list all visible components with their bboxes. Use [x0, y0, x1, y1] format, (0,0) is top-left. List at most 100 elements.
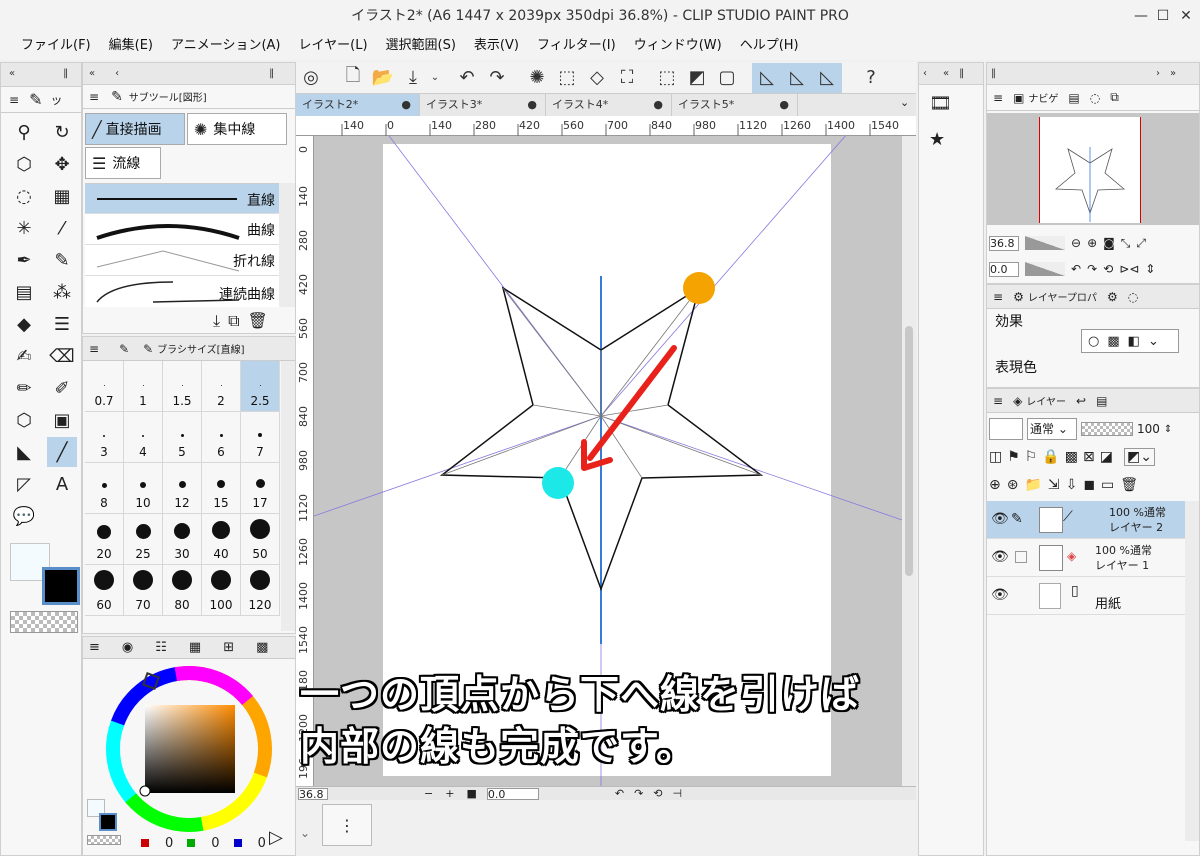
- color-menu-icon[interactable]: ▷: [269, 827, 283, 848]
- timeline-toggle-button[interactable]: ⋮: [322, 804, 372, 846]
- mask-icon[interactable]: ⊠: [1083, 449, 1095, 465]
- brush-size-item[interactable]: 20: [85, 514, 124, 565]
- menu-edit[interactable]: 編集(E): [100, 32, 162, 60]
- select-area-icon[interactable]: ▢: [712, 63, 742, 93]
- flip-vertical-icon[interactable]: ⇕: [1145, 262, 1155, 276]
- transform-icon[interactable]: ⛶: [612, 63, 642, 93]
- border-effect-icon[interactable]: ○: [1088, 334, 1099, 349]
- layer-scrollbar[interactable]: [1185, 501, 1199, 841]
- snap-special-ruler-icon[interactable]: ◺: [782, 62, 812, 93]
- color-history-tab-icon[interactable]: ⊞: [223, 640, 234, 655]
- marker-icon[interactable]: ✏: [9, 373, 39, 403]
- zoom-in-icon[interactable]: ⊕: [1087, 236, 1097, 250]
- menu-help[interactable]: ヘルプ(H): [731, 32, 808, 60]
- layer-ruler-dropdown[interactable]: ◩⌄: [1124, 448, 1155, 466]
- flip-horizontal-icon[interactable]: ⊳⊲: [1119, 262, 1139, 276]
- history-tab-icon[interactable]: ↩: [1076, 394, 1086, 408]
- fill-icon[interactable]: ◣: [9, 437, 39, 467]
- open-folder-icon[interactable]: 📂: [368, 63, 398, 93]
- brush-size-item[interactable]: 10: [124, 463, 163, 514]
- navigator-preview[interactable]: [987, 113, 1199, 225]
- pen-tab-icon[interactable]: ✎: [29, 90, 42, 109]
- auto-action-tab-icon[interactable]: ▤: [1096, 394, 1107, 408]
- color-palette-tab-icon[interactable]: ▩: [256, 640, 268, 655]
- menu-file[interactable]: ファイル(F): [12, 32, 100, 60]
- pen-icon[interactable]: ✒: [9, 245, 39, 275]
- shape-icon[interactable]: ⬡: [9, 405, 39, 435]
- brush-size-item[interactable]: 5: [163, 412, 202, 463]
- layers-tab-icon[interactable]: ◈: [1013, 394, 1022, 408]
- airbrush-icon[interactable]: ⁂: [47, 277, 77, 307]
- brush-size-scrollbar[interactable]: [281, 361, 295, 631]
- new-vector-layer-icon[interactable]: ⊛: [1007, 477, 1019, 493]
- brush-size-item[interactable]: 1.5: [163, 361, 202, 412]
- navigator-zoom-value[interactable]: 36.8: [989, 235, 1019, 251]
- sv-handle[interactable]: [139, 785, 151, 797]
- trash-icon[interactable]: 🗑: [248, 311, 268, 331]
- color-wheel-tab-icon[interactable]: ◉: [122, 640, 133, 655]
- zoom-out-icon[interactable]: ⊖: [1071, 236, 1081, 250]
- ruler-show-icon[interactable]: ◪: [1100, 449, 1113, 465]
- reset-rotation-icon[interactable]: ⟲: [653, 787, 662, 800]
- speed-line-button[interactable]: ☰ 流線: [85, 147, 161, 179]
- navigator-zoom-slider[interactable]: [1025, 236, 1065, 250]
- navigator-tab-icon[interactable]: ▣: [1013, 91, 1024, 105]
- actual-size-icon[interactable]: ⤡: [1121, 236, 1131, 251]
- main-color-swatch[interactable]: [42, 567, 80, 605]
- animation-cels-icon[interactable]: 🎞: [929, 93, 957, 121]
- lock-icon[interactable]: 🔒: [1042, 449, 1059, 465]
- menu-view[interactable]: 表示(V): [465, 32, 528, 60]
- invert-selection-icon[interactable]: ◩: [682, 63, 712, 93]
- brush-size-item[interactable]: 17: [241, 463, 280, 514]
- menu-animation[interactable]: アニメーション(A): [162, 32, 290, 60]
- brush-size-item[interactable]: 15: [202, 463, 241, 514]
- dropper-icon[interactable]: ✐: [47, 373, 77, 403]
- info-tab-icon[interactable]: ◌: [1090, 91, 1100, 105]
- navigator-angle-value[interactable]: 0.0: [989, 261, 1019, 277]
- menu-layer[interactable]: レイヤー(L): [290, 32, 377, 60]
- save-icon[interactable]: ⤓: [398, 63, 428, 93]
- new-folder-icon[interactable]: 📁: [1024, 477, 1041, 493]
- color-wheel[interactable]: [103, 663, 275, 835]
- merge-down-icon[interactable]: ⇩: [1066, 477, 1078, 493]
- lock-transparency-icon[interactable]: ▩: [1065, 449, 1078, 465]
- subview-tab-icon[interactable]: ▤: [1068, 91, 1079, 105]
- expand-down-icon[interactable]: ⌄: [300, 826, 310, 840]
- flip-icon[interactable]: ⊣: [673, 787, 683, 800]
- rotate-right-icon[interactable]: ↷: [1087, 262, 1097, 276]
- opacity-value[interactable]: 100: [1137, 422, 1160, 436]
- brush-size-item[interactable]: 80: [163, 565, 202, 616]
- focus-line-button[interactable]: ✺ 集中線: [187, 113, 287, 145]
- brush-size-item[interactable]: 25: [124, 514, 163, 565]
- brush-icon[interactable]: ✍: [9, 341, 39, 371]
- color-tab-icon[interactable]: ◌: [1128, 290, 1138, 304]
- zoom-out-icon[interactable]: −: [424, 787, 433, 800]
- rotate-right-icon[interactable]: ↷: [634, 787, 643, 800]
- brush-size-item[interactable]: 8: [85, 463, 124, 514]
- item-bank-tab-icon[interactable]: ⧉: [1110, 90, 1119, 105]
- brush-size-item[interactable]: 3: [85, 412, 124, 463]
- brush-size-item[interactable]: 4: [124, 412, 163, 463]
- menu-filter[interactable]: フィルター(I): [528, 32, 625, 60]
- brush-size-item[interactable]: 100: [202, 565, 241, 616]
- brush-size-item[interactable]: 60: [85, 565, 124, 616]
- tab-illust4[interactable]: イラスト4* ●: [546, 94, 672, 116]
- new-raster-layer-icon[interactable]: ⊕: [989, 477, 1001, 493]
- rotate-left-icon[interactable]: ↶: [1071, 262, 1081, 276]
- transfer-down-icon[interactable]: ⇲: [1048, 477, 1060, 493]
- zoom-icon[interactable]: ⚲: [9, 117, 39, 147]
- tab-dropdown-icon[interactable]: ⌄: [900, 96, 909, 109]
- menu-icon[interactable]: ≡: [993, 290, 1003, 304]
- close-button[interactable]: ✕: [1173, 0, 1199, 32]
- deselect-icon[interactable]: ⬚: [652, 63, 682, 93]
- canvas-vertical-scroll-thumb[interactable]: [905, 326, 913, 576]
- tab-illust3[interactable]: イラスト3* ●: [420, 94, 546, 116]
- copy-icon[interactable]: ⧉: [228, 311, 239, 331]
- brush-tab-icon[interactable]: ✎: [119, 342, 129, 356]
- magic-wand-icon[interactable]: ✳: [9, 213, 39, 243]
- visibility-eye-icon[interactable]: 👁: [991, 549, 1009, 565]
- new-file-icon[interactable]: 🗋: [338, 63, 368, 93]
- opacity-stepper-icon[interactable]: ⇕: [1164, 424, 1172, 435]
- snap-ruler-icon[interactable]: ◺: [752, 62, 782, 93]
- help-icon[interactable]: ?: [856, 63, 886, 93]
